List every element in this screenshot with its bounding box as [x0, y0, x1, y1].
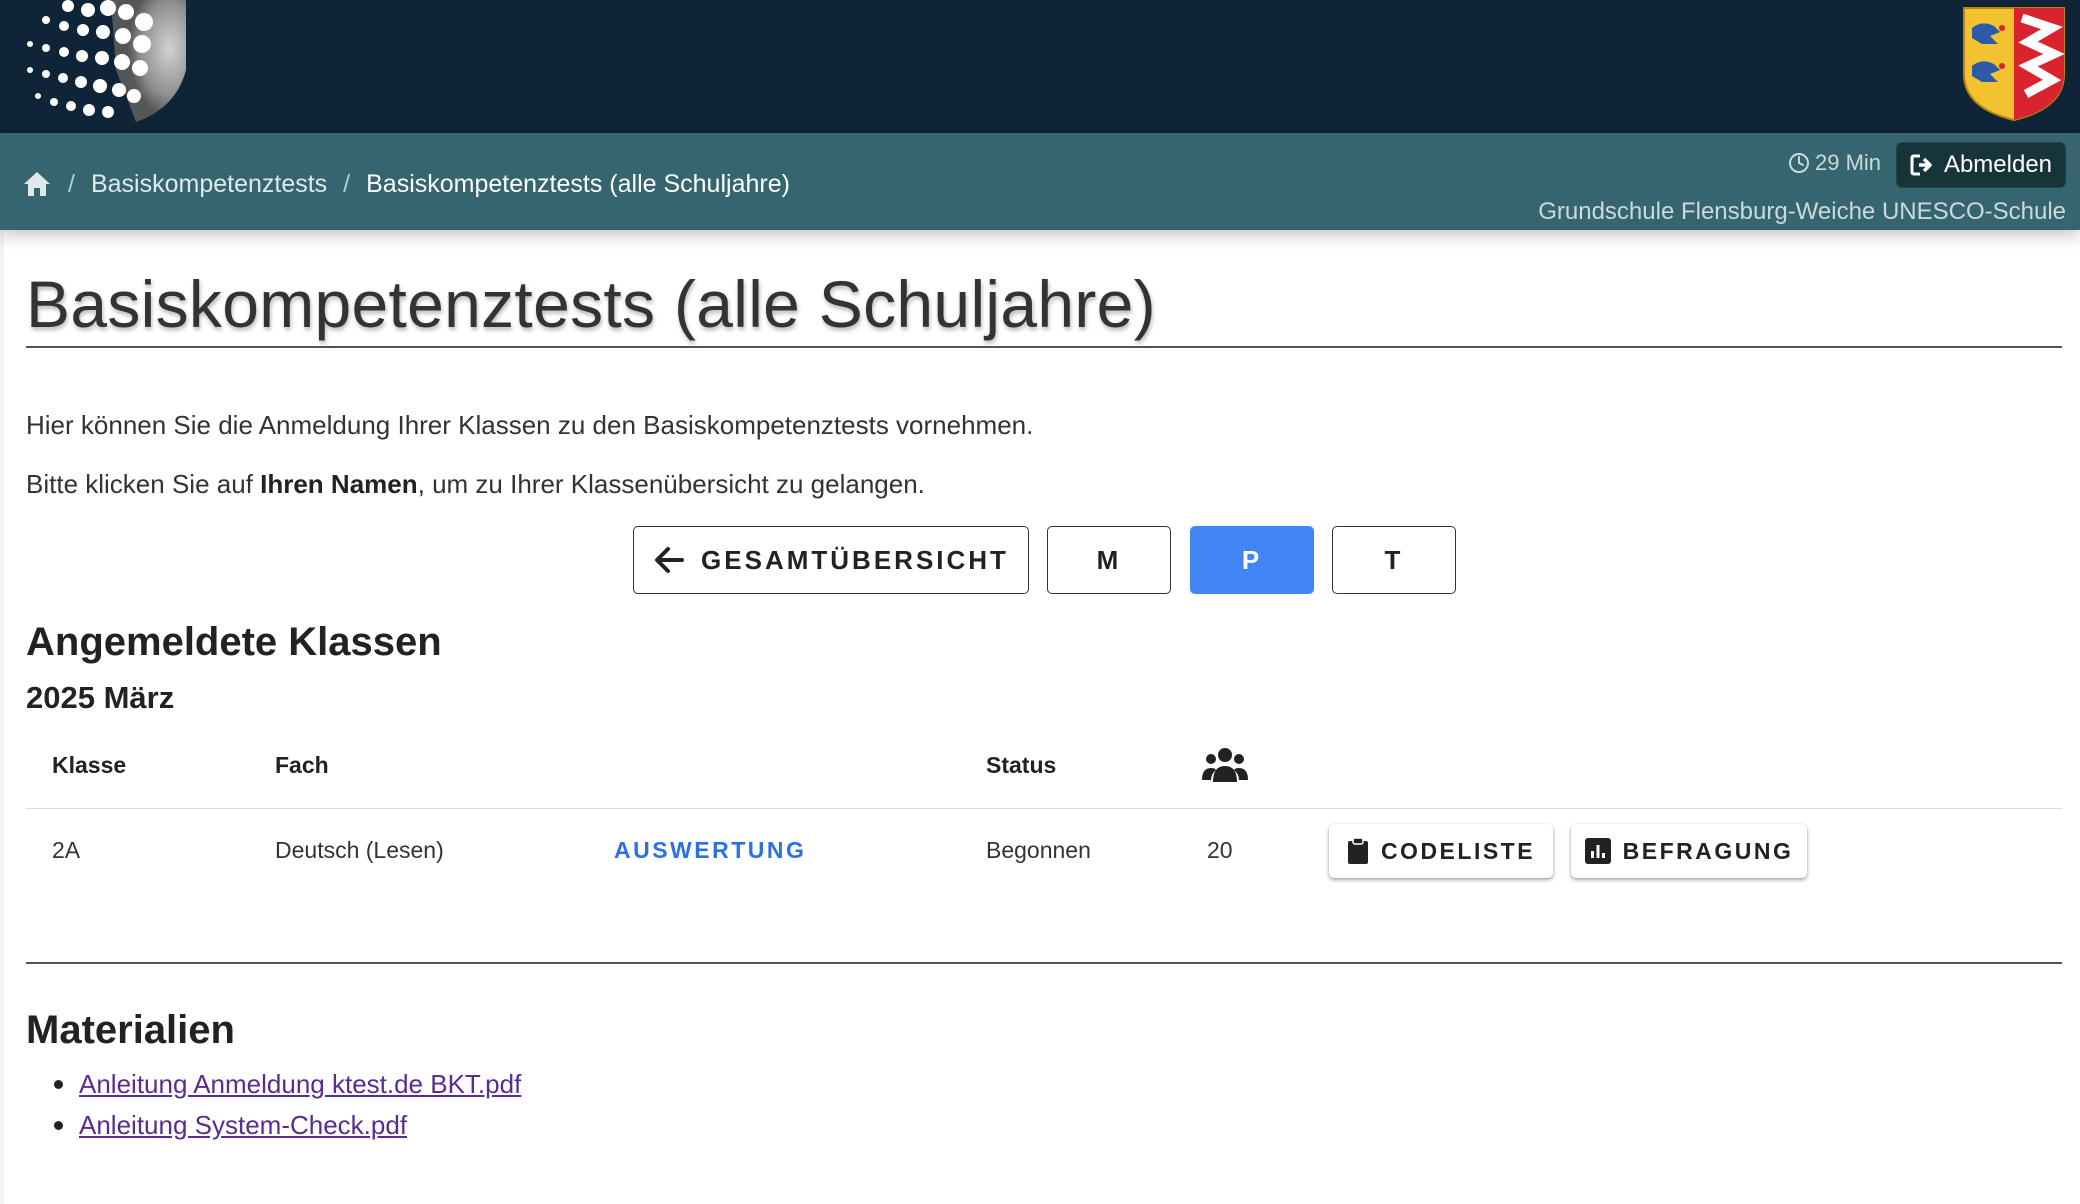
overview-back-label: GESAMTÜBERSICHT — [701, 544, 1009, 575]
instruction-bold: Ihren Namen — [260, 469, 418, 499]
timer-value: 29 Min — [1815, 150, 1882, 175]
logout-button[interactable]: Abmelden — [1896, 142, 2066, 188]
teacher-letter-m-button[interactable]: M — [1047, 526, 1171, 594]
page-title: Basiskompetenztests (alle Schuljahre) — [26, 267, 1156, 341]
material-link-system-check-pdf[interactable]: Anleitung System-Check.pdf — [79, 1110, 407, 1141]
cell-status: Begonnen — [986, 837, 1091, 863]
breadcrumb-link-basiskompetenztests[interactable]: Basiskompetenztests — [91, 170, 327, 199]
school-name: Grundschule Flensburg-Weiche UNESCO-Schu… — [1538, 198, 2066, 225]
breadcrumb: / Basiskompetenztests / Basiskompetenzte… — [22, 167, 790, 201]
cell-subject: Deutsch (Lesen) — [275, 837, 444, 863]
material-link-bkt-pdf[interactable]: Anleitung Anmeldung ktest.de BKT.pdf — [79, 1069, 521, 1100]
session-timer: 29 Min — [1788, 150, 1881, 176]
breadcrumb-current: Basiskompetenztests (alle Schuljahre) — [366, 169, 790, 198]
bar-chart-icon — [1584, 838, 1611, 864]
left-edge-shadow — [0, 230, 4, 1204]
breadcrumb-separator: / — [68, 169, 75, 198]
period-heading: 2025 März — [26, 680, 175, 715]
teacher-letter-t-button[interactable]: T — [1332, 526, 1456, 594]
column-header-status: Status — [986, 752, 1057, 778]
materials-list: Anleitung Anmeldung ktest.de BKT.pdf Anl… — [26, 1064, 521, 1146]
title-divider — [26, 346, 2062, 348]
users-icon — [1202, 748, 1248, 782]
evaluation-link[interactable]: AUSWERTUNG — [614, 837, 806, 864]
overview-back-button[interactable]: GESAMTÜBERSICHT — [633, 526, 1029, 594]
clipboard-icon — [1347, 837, 1368, 864]
bullet — [54, 1121, 63, 1130]
materials-heading: Materialien — [26, 1008, 235, 1052]
survey-button[interactable]: BEFRAGUNG — [1571, 824, 1807, 878]
list-item: Anleitung Anmeldung ktest.de BKT.pdf — [26, 1064, 521, 1105]
cell-class: 2A — [52, 837, 81, 863]
schleswig-holstein-crest — [1963, 7, 2065, 122]
codelist-label: CODELISTE — [1380, 837, 1536, 864]
clock-icon — [1789, 153, 1809, 173]
instruction-before: Bitte klicken Sie auf — [26, 469, 261, 499]
survey-label: BEFRAGUNG — [1622, 837, 1794, 864]
registered-classes-heading: Angemeldete Klassen — [26, 620, 442, 664]
column-header-subject: Fach — [275, 752, 329, 778]
teacher-letter-p-button[interactable]: P — [1190, 526, 1314, 594]
column-header-class: Klasse — [52, 752, 127, 778]
table-header-divider — [26, 808, 2062, 809]
codelist-button[interactable]: CODELISTE — [1329, 824, 1553, 878]
section-divider — [26, 962, 2062, 964]
arrow-left-icon — [655, 547, 685, 573]
intro-text: Hier können Sie die Anmeldung Ihrer Klas… — [26, 410, 1034, 440]
logout-label: Abmelden — [1943, 151, 2053, 178]
instruction-after: , um zu Ihrer Klassenübersicht zu gelang… — [417, 469, 925, 499]
home-icon[interactable] — [22, 170, 52, 198]
bullet — [54, 1080, 63, 1089]
breadcrumb-separator: / — [343, 169, 351, 198]
cell-participants: 20 — [1207, 837, 1233, 863]
instruction-text: Bitte klicken Sie auf Ihren Namen, um zu… — [26, 469, 925, 500]
top-header — [0, 0, 2080, 133]
sign-out-icon — [1910, 154, 1932, 176]
dotted-sphere-logo[interactable] — [16, 0, 186, 128]
list-item: Anleitung System-Check.pdf — [26, 1105, 521, 1146]
